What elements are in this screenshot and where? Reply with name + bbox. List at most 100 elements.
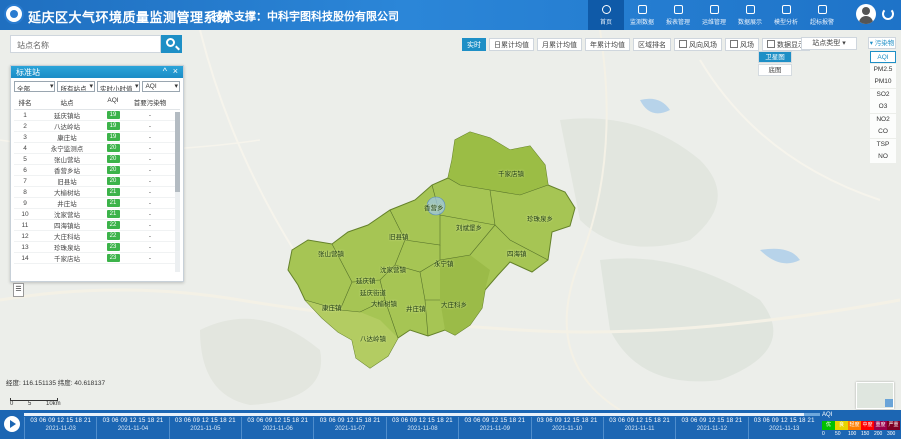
expand-panel-button[interactable]: ☰ bbox=[13, 283, 24, 297]
region-label[interactable]: 香营乡 bbox=[424, 202, 444, 212]
col-aqi[interactable]: AQI bbox=[98, 97, 128, 107]
nav-item-2[interactable]: 报表管理 bbox=[660, 0, 696, 30]
timeline-day[interactable]: 03 06 09 12 15 18 21 2021-11-05 bbox=[168, 417, 241, 439]
table-row[interactable]: 3 康庄站 19 - bbox=[14, 132, 180, 143]
timeline-hours: 03 06 09 12 15 18 21 bbox=[609, 418, 670, 424]
table-row[interactable]: 14 千家店站 23 - bbox=[14, 253, 180, 264]
toolbar-button-4[interactable]: 区域排名 bbox=[633, 37, 671, 51]
scroll-thumb[interactable] bbox=[175, 112, 180, 192]
nav-item-3[interactable]: 运维管理 bbox=[696, 0, 732, 30]
station-type-dropdown[interactable]: 站点类型 ▾ bbox=[801, 37, 857, 50]
table-row[interactable]: 5 张山营站 20 - bbox=[14, 154, 180, 165]
col-pollutant[interactable]: 首要污染物 bbox=[128, 97, 172, 107]
nav-item-4[interactable]: 数据展示 bbox=[732, 0, 768, 30]
overview-map[interactable] bbox=[856, 382, 894, 409]
layer-base[interactable]: 底图 bbox=[758, 64, 792, 76]
scale-bar: 0 5 10km bbox=[10, 398, 61, 407]
table-row[interactable]: 12 大庄科站 22 - bbox=[14, 231, 180, 242]
timeline-day[interactable]: 03 06 09 12 15 18 21 2021-11-12 bbox=[675, 417, 747, 439]
table-row[interactable]: 2 八达岭站 19 - bbox=[14, 121, 180, 132]
region-label[interactable]: 延庆街道 bbox=[360, 287, 386, 297]
pollutant-option[interactable]: NO2 bbox=[870, 113, 896, 126]
nav-item-6[interactable]: 超标报警 bbox=[804, 0, 840, 30]
pollutant-option[interactable]: PM2.5 bbox=[870, 63, 896, 76]
timeline-day[interactable]: 03 06 09 12 15 18 21 2021-11-10 bbox=[530, 417, 603, 439]
collapse-icon[interactable]: ^ bbox=[163, 66, 167, 76]
region-label[interactable]: 张山营镇 bbox=[318, 248, 344, 258]
pollutant-option[interactable]: AQI bbox=[870, 51, 896, 63]
timeline-progress[interactable] bbox=[24, 413, 820, 416]
search-input[interactable]: 站点名称 bbox=[10, 35, 161, 53]
filter-station[interactable]: 所有站点 bbox=[57, 81, 96, 92]
row-pollutant: - bbox=[148, 144, 152, 152]
region-label[interactable]: 延庆镇 bbox=[356, 275, 376, 285]
nav-item-5[interactable]: 模型分析 bbox=[768, 0, 804, 30]
table-row[interactable]: 10 沈家营站 21 - bbox=[14, 209, 180, 220]
pollutant-option[interactable]: O3 bbox=[870, 101, 896, 113]
table-row[interactable]: 9 井庄站 21 - bbox=[14, 198, 180, 209]
search-button[interactable] bbox=[161, 35, 182, 53]
layer-satellite[interactable]: 卫星图 bbox=[758, 51, 792, 63]
table-row[interactable]: 7 旧县站 20 - bbox=[14, 176, 180, 187]
region-label[interactable]: 康庄镇 bbox=[322, 302, 342, 312]
region-label[interactable]: 大榆树镇 bbox=[371, 298, 397, 308]
region-label[interactable]: 四海镇 bbox=[507, 248, 527, 258]
toolbar-button-3[interactable]: 年累计均值 bbox=[585, 37, 630, 51]
pollutant-option[interactable]: CO bbox=[870, 126, 896, 138]
toolbar-button-0[interactable]: 实时 bbox=[462, 37, 486, 51]
pollutant-title[interactable]: ▾ 污染物 bbox=[868, 37, 896, 49]
timeline-day[interactable]: 03 06 09 12 15 18 21 2021-11-09 bbox=[458, 417, 530, 439]
row-pollutant: - bbox=[148, 133, 152, 141]
play-button[interactable] bbox=[4, 416, 20, 432]
table-row[interactable]: 6 香营乡站 20 - bbox=[14, 165, 180, 176]
timeline-day[interactable]: 03 06 09 12 15 18 21 2021-11-11 bbox=[602, 417, 675, 439]
logout-icon[interactable] bbox=[882, 8, 894, 20]
timeline-day[interactable]: 03 06 09 12 15 18 21 2021-11-03 bbox=[24, 417, 96, 439]
table-row[interactable]: 1 延庆镇站 19 - bbox=[14, 110, 180, 121]
region-label[interactable]: 永宁镇 bbox=[434, 258, 454, 268]
panel-header: 标准站 ^ × bbox=[11, 66, 183, 78]
filter-indicator[interactable]: AQI bbox=[142, 81, 180, 92]
region-label[interactable]: 大庄科乡 bbox=[441, 299, 467, 309]
nav-item-1[interactable]: 监测数据 bbox=[624, 0, 660, 30]
user-avatar[interactable] bbox=[856, 4, 876, 24]
toolbar-button-2[interactable]: 月累计均值 bbox=[537, 37, 582, 51]
nav-item-0[interactable]: 首页 bbox=[588, 0, 624, 30]
timeline-day[interactable]: 03 06 09 12 15 18 21 2021-11-04 bbox=[96, 417, 168, 439]
row-aqi: 19 bbox=[98, 122, 128, 130]
timeline-day[interactable]: 03 06 09 12 15 18 21 2021-11-08 bbox=[385, 417, 458, 439]
table-row[interactable]: 4 永宁监测点 20 - bbox=[14, 143, 180, 154]
col-rank[interactable]: 排名 bbox=[14, 97, 36, 107]
region-label[interactable]: 八达岭镇 bbox=[360, 333, 386, 343]
timeline-day[interactable]: 03 06 09 12 15 18 21 2021-11-07 bbox=[313, 417, 385, 439]
close-icon[interactable]: × bbox=[173, 66, 178, 76]
panel-scrollbar[interactable] bbox=[175, 112, 180, 272]
filter-region[interactable]: 全部 bbox=[14, 81, 56, 92]
legend-value: 50 bbox=[835, 431, 841, 437]
toolbar-button-5[interactable]: 风向风场 bbox=[674, 37, 722, 51]
filter-time[interactable]: 实时小时值 bbox=[97, 81, 141, 92]
region-label[interactable]: 井庄镇 bbox=[406, 303, 426, 313]
toolbar-button-1[interactable]: 日累计均值 bbox=[489, 37, 534, 51]
pollutant-option[interactable]: NO bbox=[870, 151, 896, 163]
timeline-day[interactable]: 03 06 09 12 15 18 21 2021-11-13 bbox=[747, 417, 820, 439]
timeline-day[interactable]: 03 06 09 12 15 18 21 2021-11-06 bbox=[241, 417, 313, 439]
col-name[interactable]: 站点 bbox=[36, 97, 98, 107]
table-row[interactable]: 8 大榆树站 21 - bbox=[14, 187, 180, 198]
pollutant-option[interactable]: TSP bbox=[870, 138, 896, 151]
table-row[interactable]: 11 四海镇站 22 - bbox=[14, 220, 180, 231]
toolbar-button-6[interactable]: 风场 bbox=[725, 37, 759, 51]
region-label[interactable]: 珍珠泉乡 bbox=[527, 213, 553, 223]
region-label[interactable]: 千家店镇 bbox=[498, 168, 524, 178]
aqi-badge: 20 bbox=[106, 166, 120, 174]
region-label[interactable]: 旧县镇 bbox=[389, 231, 409, 241]
legend-title: AQI bbox=[822, 412, 833, 418]
pollutant-option[interactable]: PM10 bbox=[870, 76, 896, 88]
region-label[interactable]: 刘斌堡乡 bbox=[456, 222, 482, 232]
row-rank: 5 bbox=[23, 155, 27, 163]
pollutant-option[interactable]: SO2 bbox=[870, 88, 896, 101]
table-row[interactable]: 13 珍珠泉站 23 - bbox=[14, 242, 180, 253]
timeline: 03 06 09 12 15 18 21 2021-11-03 03 06 09 1… bbox=[0, 410, 901, 439]
region-label[interactable]: 沈家营镇 bbox=[380, 264, 406, 274]
timeline-date: 2021-11-13 bbox=[769, 426, 800, 432]
